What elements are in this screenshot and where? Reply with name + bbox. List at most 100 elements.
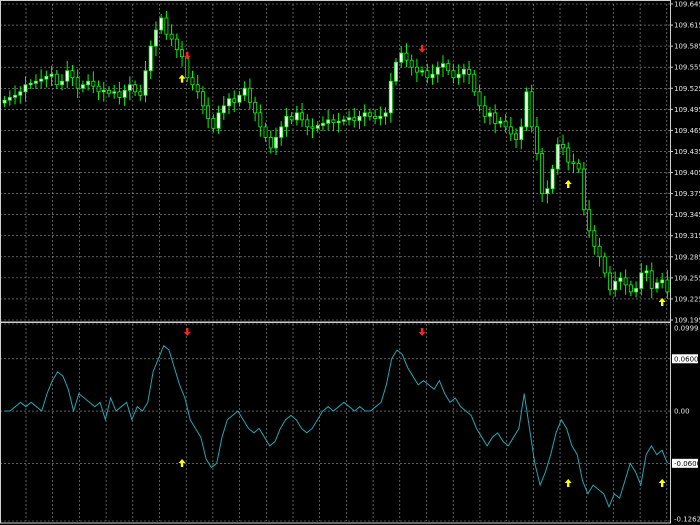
candle-bull xyxy=(44,75,49,80)
candle-bear xyxy=(404,52,409,61)
candle-bull xyxy=(23,84,28,93)
price-tick-label: 109.375 xyxy=(674,190,700,198)
candle-bear xyxy=(587,209,592,232)
candle-bull xyxy=(456,73,461,79)
candle-bull xyxy=(341,119,346,122)
candle-bear xyxy=(54,73,59,86)
candle-bull xyxy=(613,280,618,291)
candle-bear xyxy=(247,87,252,103)
candle-bear xyxy=(164,17,169,35)
candle-bear xyxy=(576,163,581,170)
candle-bull xyxy=(545,188,550,195)
oscillator-tick-label: -0.0600 xyxy=(674,460,700,468)
candle-bear xyxy=(446,63,451,72)
candle-bear xyxy=(253,101,258,114)
candle-bull xyxy=(378,115,383,119)
candle-bull xyxy=(326,119,331,124)
candle-bear xyxy=(133,84,138,93)
candle-bull xyxy=(394,61,398,82)
candle-bear xyxy=(414,66,419,73)
candle-bull xyxy=(33,80,38,84)
candle-bear xyxy=(493,112,498,124)
candle-bear xyxy=(649,270,654,289)
candle-bear xyxy=(608,272,612,291)
candle-bull xyxy=(519,126,524,140)
candle-bull xyxy=(101,89,106,93)
candle-bull xyxy=(634,287,639,293)
candle-bear xyxy=(472,73,477,93)
price-tick-label: 109.345 xyxy=(674,211,700,219)
candle-bull xyxy=(347,117,352,121)
candle-bear xyxy=(300,112,305,121)
candle-bear xyxy=(180,49,185,58)
candle-bull xyxy=(555,144,560,170)
candle-bear xyxy=(117,91,122,98)
price-tick-label: 109.585 xyxy=(674,43,700,51)
candle-bull xyxy=(49,73,54,77)
candle-bull xyxy=(279,126,284,138)
candle-bear xyxy=(665,279,670,293)
candle-bear xyxy=(258,112,263,128)
candle-bear xyxy=(514,133,519,140)
candle-bull xyxy=(336,120,341,124)
price-tick-label: 109.195 xyxy=(674,317,700,325)
candle-bull xyxy=(461,68,466,75)
price-tick-label: 109.615 xyxy=(674,22,700,30)
candle-bear xyxy=(602,256,607,274)
candle-bull xyxy=(441,63,445,68)
candle-bear xyxy=(451,70,456,79)
candle-bear xyxy=(190,77,195,86)
price-tick-label: 109.525 xyxy=(674,85,700,93)
candle-bull xyxy=(660,279,665,284)
candle-bear xyxy=(232,98,237,103)
candle-bull xyxy=(65,70,70,82)
candle-bear xyxy=(482,105,487,117)
candle-bear xyxy=(373,115,378,119)
candle-bear xyxy=(467,68,472,75)
candle-bear xyxy=(409,59,414,68)
candle-bear xyxy=(268,137,273,149)
candle-bear xyxy=(174,38,179,51)
candle-bull xyxy=(143,70,148,96)
candle-bear xyxy=(561,144,565,149)
candle-bear xyxy=(200,91,205,107)
candle-bull xyxy=(383,112,388,117)
candle-bear xyxy=(305,119,310,128)
candle-bear xyxy=(566,147,571,163)
candle-bear xyxy=(70,70,75,79)
candle-bear xyxy=(540,153,545,194)
candle-bear xyxy=(206,105,211,119)
candle-bull xyxy=(127,84,132,91)
candle-bull xyxy=(430,73,435,79)
candle-bear xyxy=(107,89,111,94)
candle-bear xyxy=(592,230,597,247)
candle-bear xyxy=(289,115,294,121)
candle-bull xyxy=(420,70,425,73)
candle-bull xyxy=(39,78,44,82)
candle-bull xyxy=(550,168,555,190)
candle-bear xyxy=(623,277,628,286)
candle-bear xyxy=(75,77,80,89)
price-tick-label: 109.645 xyxy=(674,1,700,9)
candle-bull xyxy=(216,112,221,129)
candle-bear xyxy=(571,161,576,164)
candle-bear xyxy=(628,284,633,293)
candle-bull xyxy=(227,98,231,107)
candle-bull xyxy=(28,82,33,86)
candle-bull xyxy=(274,137,278,149)
price-tick-label: 109.285 xyxy=(674,253,700,261)
oscillator-tick-label: 0.0600 xyxy=(674,355,699,363)
candle-bull xyxy=(2,99,7,104)
candle-bull xyxy=(294,112,299,121)
oscillator-tick-label: -0.1262 xyxy=(674,516,700,524)
candle-bull xyxy=(242,87,247,96)
candle-bull xyxy=(618,277,623,282)
candle-bull xyxy=(221,105,226,114)
candle-bull xyxy=(357,115,362,121)
candle-bear xyxy=(425,70,430,79)
candle-bull xyxy=(159,17,164,31)
candle-bear xyxy=(211,118,216,129)
candle-bull xyxy=(153,29,158,47)
oscillator-tick-label: 0.0999 xyxy=(674,325,699,333)
candle-bull xyxy=(435,66,440,75)
